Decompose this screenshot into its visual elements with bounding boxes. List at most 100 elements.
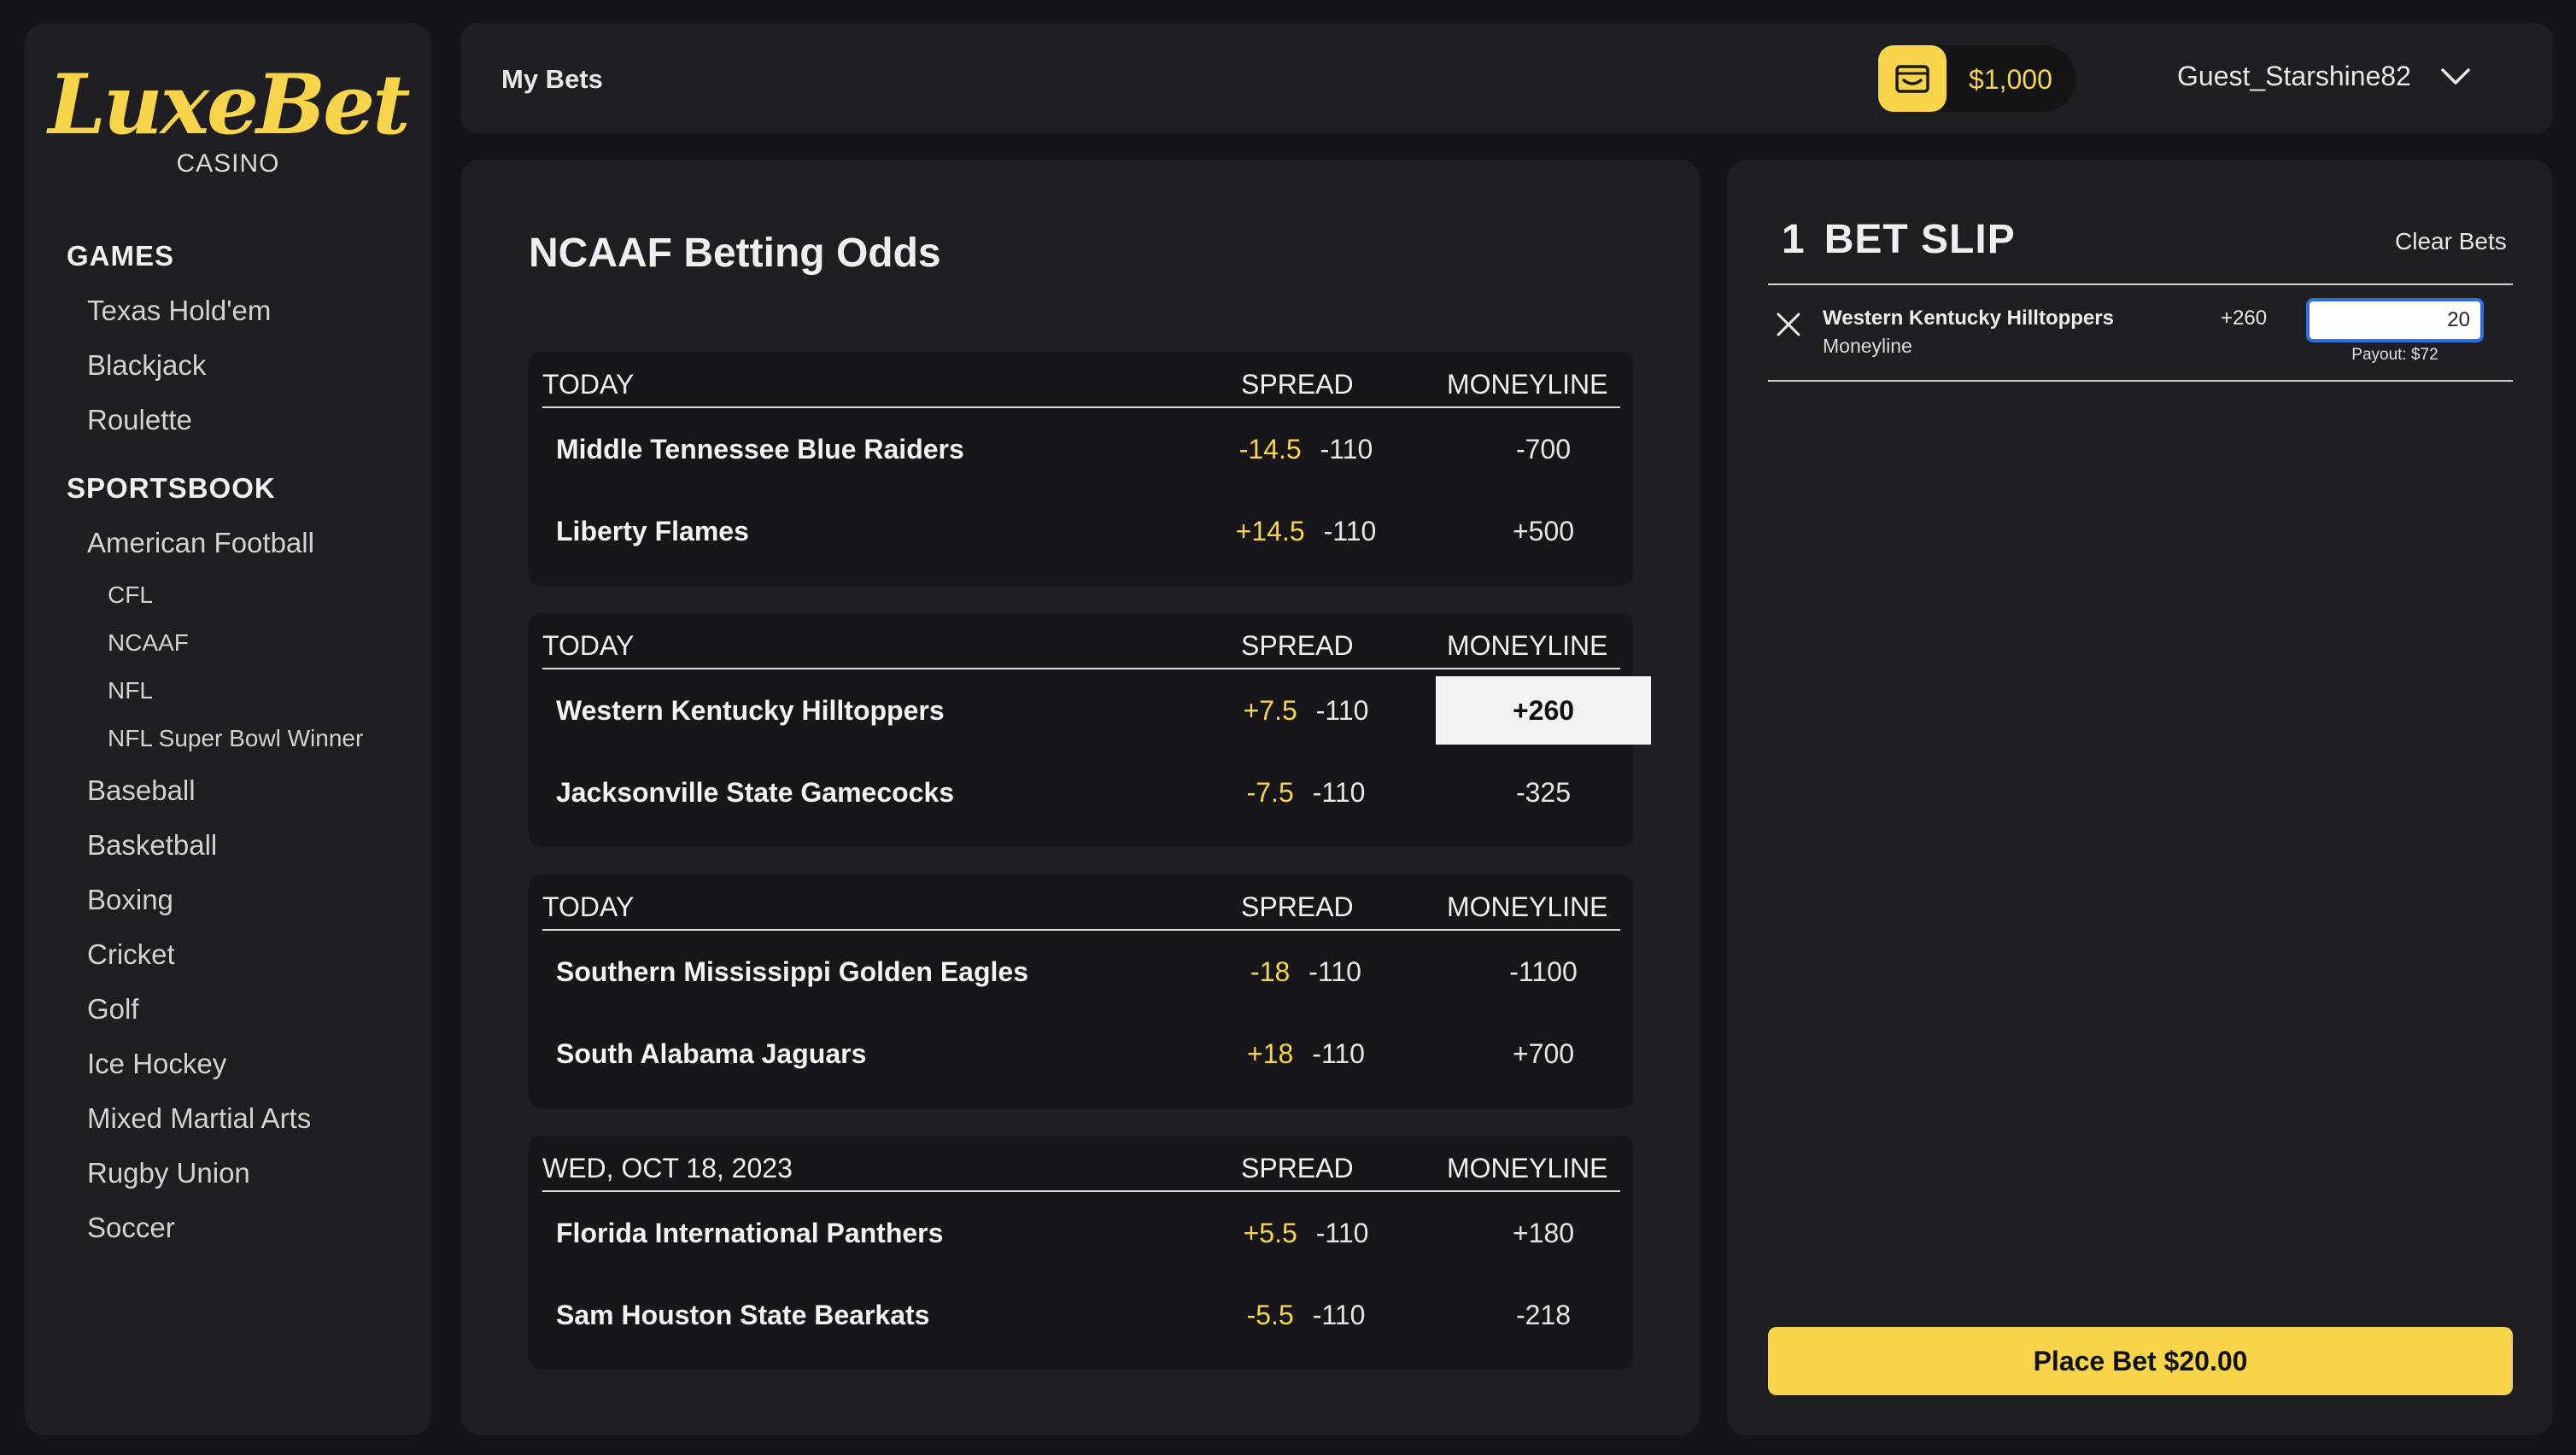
payout-text: Payout: $72	[2351, 346, 2438, 364]
moneyline-button[interactable]: -218	[1436, 1281, 1651, 1349]
game-header: TODAY SPREAD MONEYLINE	[542, 891, 1620, 931]
sidebar-item-texas-holdem[interactable]: Texas Hold'em	[87, 296, 271, 324]
team-name: Liberty Flames	[556, 516, 749, 546]
spread-button[interactable]: +5.5 -110	[1178, 1218, 1434, 1249]
spread-button[interactable]: -7.5 -110	[1178, 777, 1434, 809]
sidebar-item-ncaaf[interactable]: NCAAF	[108, 631, 189, 655]
moneyline-button[interactable]: +180	[1436, 1199, 1651, 1267]
wallet-button[interactable]	[1878, 45, 1947, 112]
moneyline-column-header: MONEYLINE	[1447, 630, 1608, 661]
moneyline-button[interactable]: +700	[1436, 1020, 1651, 1088]
spread-points: -14.5	[1238, 434, 1302, 465]
team-row: Jacksonville State Gamecocks -7.5 -110 -3…	[529, 758, 1633, 827]
top-bar: My Bets $1,000 Guest_Starshine82	[460, 23, 2553, 133]
wallet-balance[interactable]: $1,000	[1878, 45, 2076, 112]
spread-odds: -110	[1312, 1038, 1365, 1069]
sidebar-item-nfl[interactable]: NFL	[108, 679, 153, 703]
team-row: Liberty Flames +14.5 -110 +500	[529, 497, 1633, 565]
game-header: WED, OCT 18, 2023 SPREAD MONEYLINE	[542, 1153, 1620, 1192]
sidebar: LuxeBet CASINO GAMES Texas Hold'em Black…	[25, 23, 431, 1435]
team-name: Western Kentucky Hilltoppers	[556, 695, 945, 726]
team-row: Western Kentucky Hilltoppers +7.5 -110 +2…	[529, 676, 1651, 745]
sidebar-item-soccer[interactable]: Soccer	[87, 1213, 175, 1242]
team-name: Jacksonville State Gamecocks	[556, 777, 955, 808]
moneyline-button-selected[interactable]: +260	[1436, 676, 1651, 745]
spread-odds: -110	[1323, 516, 1377, 546]
brand-subtitle: CASINO	[176, 149, 280, 178]
game-date: WED, OCT 18, 2023	[542, 1153, 793, 1183]
spread-button[interactable]: +18 -110	[1178, 1038, 1434, 1070]
chevron-down-icon[interactable]	[2440, 67, 2471, 86]
spread-column-header: SPREAD	[1241, 1153, 1354, 1183]
team-name: Middle Tennessee Blue Raiders	[556, 434, 964, 465]
spread-points: +5.5	[1243, 1218, 1297, 1248]
team-row: Sam Houston State Bearkats -5.5 -110 -218	[529, 1281, 1633, 1349]
spread-odds: -110	[1320, 434, 1373, 465]
moneyline-column-header: MONEYLINE	[1447, 1153, 1608, 1183]
spread-button[interactable]: +7.5 -110	[1178, 695, 1434, 727]
spread-points: -5.5	[1246, 1300, 1294, 1330]
moneyline-button[interactable]: -1100	[1436, 938, 1651, 1006]
team-name: Florida International Panthers	[556, 1218, 944, 1248]
clear-bets-button[interactable]: Clear Bets	[2395, 228, 2507, 255]
username[interactable]: Guest_Starshine82	[2177, 61, 2411, 92]
sidebar-item-nfl-super-bowl-winner[interactable]: NFL Super Bowl Winner	[108, 727, 363, 751]
spread-column-header: SPREAD	[1241, 891, 1354, 922]
place-bet-button[interactable]: Place Bet $20.00	[1768, 1327, 2513, 1395]
balance-amount: $1,000	[1969, 64, 2052, 95]
sidebar-item-american-football[interactable]: American Football	[87, 529, 314, 557]
my-bets-link[interactable]: My Bets	[501, 64, 603, 95]
spread-button[interactable]: -5.5 -110	[1178, 1300, 1434, 1331]
sidebar-item-boxing[interactable]: Boxing	[87, 885, 173, 914]
sidebar-item-roulette[interactable]: Roulette	[87, 406, 192, 434]
sidebar-item-golf[interactable]: Golf	[87, 995, 139, 1023]
game-header: TODAY SPREAD MONEYLINE	[542, 630, 1620, 669]
bet-type: Moneyline	[1823, 335, 1912, 357]
sidebar-item-mixed-martial-arts[interactable]: Mixed Martial Arts	[87, 1104, 311, 1132]
team-row: Middle Tennessee Blue Raiders -14.5 -110 …	[529, 415, 1633, 483]
game-card: TODAY SPREAD MONEYLINE Southern Mississi…	[529, 874, 1633, 1108]
spread-points: -7.5	[1246, 777, 1294, 808]
game-card: WED, OCT 18, 2023 SPREAD MONEYLINE Flori…	[529, 1136, 1633, 1370]
spread-column-header: SPREAD	[1241, 630, 1354, 661]
sidebar-item-cricket[interactable]: Cricket	[87, 940, 175, 968]
spread-button[interactable]: -14.5 -110	[1178, 434, 1434, 465]
moneyline-button[interactable]: +500	[1436, 497, 1651, 565]
spread-points: +7.5	[1243, 695, 1297, 726]
spread-points: +14.5	[1235, 516, 1305, 546]
spread-button[interactable]: +14.5 -110	[1178, 516, 1434, 547]
sidebar-item-blackjack[interactable]: Blackjack	[87, 351, 206, 379]
close-icon[interactable]	[1775, 311, 1802, 338]
bet-odds: +260	[2221, 307, 2268, 330]
moneyline-button[interactable]: -700	[1436, 415, 1651, 483]
spread-odds: -110	[1315, 695, 1369, 726]
bet-count: 1	[1782, 217, 1806, 262]
spread-points: +18	[1247, 1038, 1294, 1069]
game-card: TODAY SPREAD MONEYLINE Middle Tennessee …	[529, 352, 1633, 586]
game-date: TODAY	[542, 369, 635, 400]
divider	[1768, 380, 2513, 382]
sidebar-item-basketball[interactable]: Basketball	[87, 831, 217, 859]
brand-logo[interactable]: LuxeBet	[25, 64, 431, 146]
odds-panel: NCAAF Betting Odds TODAY SPREAD MONEYLIN…	[460, 160, 1700, 1435]
game-date: TODAY	[542, 891, 635, 922]
games-heading: GAMES	[67, 240, 175, 272]
stake-input[interactable]	[2306, 298, 2484, 342]
game-header: TODAY SPREAD MONEYLINE	[542, 369, 1620, 408]
wallet-icon	[1895, 65, 1929, 93]
sidebar-item-ice-hockey[interactable]: Ice Hockey	[87, 1049, 226, 1078]
spread-button[interactable]: -18 -110	[1178, 956, 1434, 988]
sidebar-item-baseball[interactable]: Baseball	[87, 776, 196, 804]
team-name: Sam Houston State Bearkats	[556, 1300, 930, 1330]
spread-points: -18	[1250, 956, 1291, 987]
game-card: TODAY SPREAD MONEYLINE Western Kentucky …	[529, 613, 1651, 847]
bet-slip: 1 BET SLIP Clear Bets Western Kentucky Hi…	[1727, 160, 2553, 1435]
spread-odds: -110	[1312, 1300, 1366, 1330]
sidebar-item-cfl[interactable]: CFL	[108, 583, 153, 607]
moneyline-column-header: MONEYLINE	[1447, 369, 1608, 400]
page-title: NCAAF Betting Odds	[529, 231, 941, 276]
spread-odds: -110	[1315, 1218, 1369, 1248]
bet-slip-title: 1 BET SLIP	[1782, 216, 2016, 263]
sidebar-item-rugby-union[interactable]: Rugby Union	[87, 1159, 250, 1187]
moneyline-button[interactable]: -325	[1436, 758, 1651, 827]
